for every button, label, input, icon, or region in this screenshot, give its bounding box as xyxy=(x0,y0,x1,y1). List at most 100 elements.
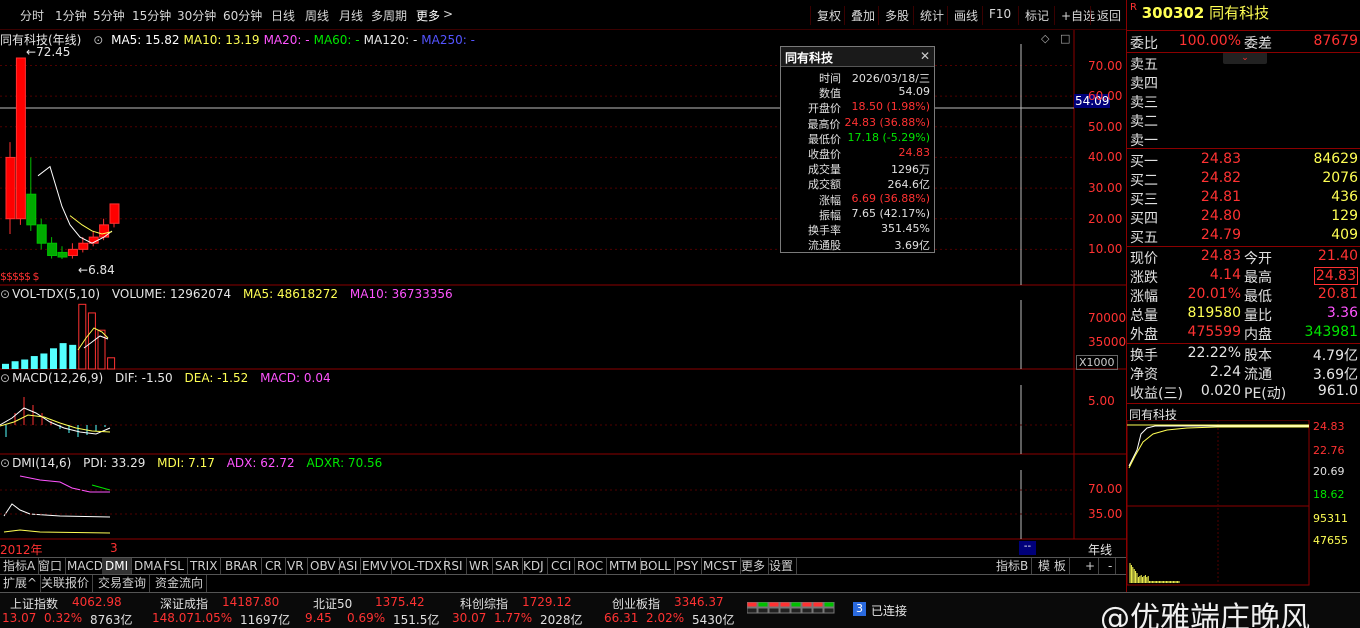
square-icon[interactable]: □ xyxy=(1060,32,1070,45)
macd-icon[interactable]: ⊙ xyxy=(0,371,10,385)
macd-dea-line xyxy=(0,414,111,433)
period-1[interactable]: 1分钟 xyxy=(55,7,87,24)
data-window-popup[interactable]: 同有科技 ✕ 时间 2026/03/18/三 数值 54.09 开盘价 18.50 (1.9… xyxy=(780,46,935,253)
low-price-label: ←6.84 xyxy=(78,263,115,277)
diamond-icon[interactable]: ◇ xyxy=(1041,32,1049,45)
sell-label: 卖四 xyxy=(1130,76,1158,92)
stat-row: 涨跌 4.14 最高 24.83 xyxy=(1127,267,1360,286)
buy-row[interactable]: 买二 24.82 2076 xyxy=(1127,170,1360,189)
indicator-tab-0[interactable]: 指标A xyxy=(0,558,40,575)
buy-row[interactable]: 买三 24.81 436 xyxy=(1127,189,1360,208)
index-name[interactable]: 上证指数 xyxy=(10,595,58,612)
period-5[interactable]: 60分钟 xyxy=(223,7,262,24)
buy-row[interactable]: 买五 24.79 409 xyxy=(1127,227,1360,246)
period-6[interactable]: 日线 xyxy=(271,7,295,24)
index-change: 13.07 xyxy=(2,611,37,625)
indicator-tab-11[interactable]: ASI xyxy=(335,558,362,575)
toolbar-btn-5[interactable]: F10 xyxy=(982,6,1017,25)
minus-icon[interactable]: - xyxy=(1105,558,1117,575)
period-8[interactable]: 月线 xyxy=(339,7,363,24)
settings-icon[interactable]: ⊙ xyxy=(93,33,103,47)
ma-legend-3: MA60: - xyxy=(313,33,360,47)
index-pct: 0.69% xyxy=(347,611,386,625)
indicator-tab-1[interactable]: 窗口 xyxy=(35,558,67,575)
dmi-icon[interactable]: ⊙ xyxy=(0,456,10,470)
index-name[interactable]: 科创综指 xyxy=(460,595,508,612)
add-icon[interactable]: + xyxy=(1082,558,1100,575)
toolbar-btn-2[interactable]: 多股 xyxy=(878,6,915,25)
chevron-right-icon[interactable]: > xyxy=(443,7,453,21)
period-2[interactable]: 5分钟 xyxy=(93,7,125,24)
indicator-tab-6[interactable]: TRIX xyxy=(187,558,222,575)
buy-row[interactable]: 买一 24.83 84629 xyxy=(1127,151,1360,170)
toolbar-btn-6[interactable]: 标记 xyxy=(1018,6,1055,25)
indicator-tab-9[interactable]: VR xyxy=(284,558,308,575)
index-name[interactable]: 北证50 xyxy=(313,595,352,612)
indicator-tab-23[interactable]: MCST xyxy=(700,558,741,575)
popup-row: 振幅 7.65 (42.17%) xyxy=(781,207,934,222)
popup-value: 24.83 xyxy=(898,145,931,159)
dmi-adx: ADX: 62.72 xyxy=(226,456,295,470)
toolbar-btn-0[interactable]: 复权 xyxy=(810,6,847,25)
sell-row[interactable]: 卖四 xyxy=(1127,73,1360,92)
period-7[interactable]: 周线 xyxy=(305,7,329,24)
connection-count: 3 xyxy=(853,602,866,616)
sell-row[interactable]: 卖五 xyxy=(1127,54,1360,73)
period-4[interactable]: 30分钟 xyxy=(177,7,216,24)
indicator-tab-14[interactable]: RSI xyxy=(440,558,467,575)
period-toolbar: 分时 1分钟 5分钟 15分钟 30分钟 60分钟 日线 周线 月线 多周期 更多 > 复权 叠加 多股统… xyxy=(0,0,1126,30)
sell-label: 卖二 xyxy=(1130,114,1158,130)
stat2-key: 流通 xyxy=(1244,367,1272,383)
sell-row[interactable]: 卖一 xyxy=(1127,130,1360,149)
period-0[interactable]: 分时 xyxy=(20,7,44,24)
popup-key: 成交量 xyxy=(808,163,841,177)
ma-legend-1: MA10: 13.19 xyxy=(183,33,260,47)
period-10[interactable]: 更多 xyxy=(416,7,440,24)
mini-price-tick: 24.83 xyxy=(1313,420,1345,433)
popup-row: 流通股 3.69亿 xyxy=(781,237,934,252)
indicator-tab-24[interactable]: 更多 xyxy=(738,558,770,575)
indicator-tab-5[interactable]: FSL xyxy=(160,558,188,575)
toolbar-btn-8[interactable]: 返回 xyxy=(1090,6,1127,25)
index-name[interactable]: 创业板指 xyxy=(612,595,660,612)
indicator-tab-18[interactable]: CCI xyxy=(548,558,576,575)
template-tab-1[interactable]: 模 板 xyxy=(1035,558,1070,575)
signal-cell xyxy=(779,601,791,608)
indicator-tab-8[interactable]: CR xyxy=(262,558,286,575)
chart-area[interactable]: 同有科技(年线) ⊙ MA5: 15.82 MA10: 13.19 MA20: -M… xyxy=(0,30,1126,557)
dmi-adxr-line xyxy=(91,484,111,491)
indicator-tab-7[interactable]: BRAR xyxy=(222,558,262,575)
indicator-tab-19[interactable]: ROC xyxy=(574,558,608,575)
indicator-tab-22[interactable]: PSY xyxy=(673,558,703,575)
buy-volume: 436 xyxy=(1331,189,1358,205)
indicator-tab-17[interactable]: KDJ xyxy=(520,558,548,575)
indicator-tab-13[interactable]: VOL-TDX xyxy=(387,558,446,575)
ext-tab-3[interactable]: 资金流向 xyxy=(152,575,208,592)
stock-code: 300302 xyxy=(1141,4,1205,22)
indicator-tab-16[interactable]: SAR xyxy=(492,558,524,575)
sell-row[interactable]: 卖二 xyxy=(1127,111,1360,130)
vol-icon[interactable]: ⊙ xyxy=(0,287,10,301)
period-9[interactable]: 多周期 xyxy=(371,7,407,24)
close-icon[interactable]: ✕ xyxy=(920,49,930,63)
period-3[interactable]: 15分钟 xyxy=(132,7,171,24)
ext-tab-0[interactable]: 扩展^ xyxy=(0,575,42,592)
x-axis-label: 年线 xyxy=(1088,543,1113,557)
toolbar-btn-4[interactable]: 画线 xyxy=(947,6,984,25)
index-name[interactable]: 深证成指 xyxy=(160,595,208,612)
indicator-tab-2[interactable]: MACD xyxy=(64,558,107,575)
vol-bar-11 xyxy=(107,357,116,370)
indicator-tab-20[interactable]: MTM xyxy=(606,558,642,575)
toolbar-btn-3[interactable]: 统计 xyxy=(913,6,950,25)
ext-tab-2[interactable]: 交易查询 xyxy=(95,575,151,592)
toolbar-btn-1[interactable]: 叠加 xyxy=(844,6,881,25)
indicator-tab-3[interactable]: DMI xyxy=(102,558,133,575)
sell-row[interactable]: 卖三 xyxy=(1127,92,1360,111)
indicator-tab-25[interactable]: 设置 xyxy=(766,558,798,575)
y-tick-main-3: 40.00 xyxy=(1088,150,1123,165)
indicator-tab-21[interactable]: BOLL xyxy=(637,558,675,575)
template-tab-0[interactable]: 指标B xyxy=(993,558,1033,575)
ext-tab-1[interactable]: 关联报价 xyxy=(38,575,94,592)
indicator-tab-15[interactable]: WR xyxy=(466,558,494,575)
buy-row[interactable]: 买四 24.80 129 xyxy=(1127,208,1360,227)
